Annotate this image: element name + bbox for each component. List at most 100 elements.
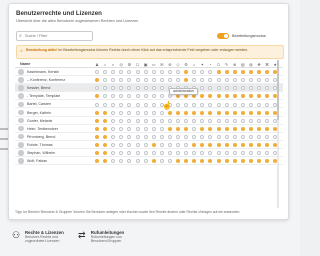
permission-toggle[interactable] bbox=[167, 94, 172, 99]
permission-toggle[interactable] bbox=[257, 159, 261, 164]
permission-toggle[interactable] bbox=[151, 159, 156, 164]
permission-toggle[interactable] bbox=[159, 134, 164, 139]
table-row[interactable]: Gunter, Melanie bbox=[15, 117, 283, 125]
permission-toggle[interactable] bbox=[192, 94, 197, 99]
permission-toggle[interactable] bbox=[240, 151, 245, 156]
permission-toggle[interactable] bbox=[265, 94, 270, 99]
permission-toggle[interactable] bbox=[103, 151, 108, 156]
permission-toggle[interactable] bbox=[111, 151, 116, 156]
permission-toggle[interactable] bbox=[103, 70, 108, 75]
permission-toggle[interactable] bbox=[184, 70, 189, 75]
permission-toggle[interactable] bbox=[151, 70, 156, 75]
permission-toggle[interactable] bbox=[200, 70, 205, 75]
permission-toggle[interactable] bbox=[167, 151, 172, 156]
permission-toggle[interactable] bbox=[176, 134, 180, 139]
table-row[interactable]: Helm, Testbenutzer bbox=[15, 125, 283, 133]
permission-toggle[interactable] bbox=[208, 78, 213, 83]
permission-toggle[interactable] bbox=[127, 86, 132, 91]
permission-toggle[interactable] bbox=[192, 151, 197, 156]
permission-toggle[interactable] bbox=[167, 70, 172, 75]
permission-toggle[interactable] bbox=[257, 102, 261, 107]
permission-toggle[interactable] bbox=[176, 110, 180, 115]
permission-toggle[interactable] bbox=[248, 94, 253, 99]
permission-toggle[interactable] bbox=[151, 78, 156, 83]
permission-toggle[interactable] bbox=[95, 110, 99, 115]
permission-toggle[interactable] bbox=[200, 159, 205, 164]
permission-toggle[interactable] bbox=[265, 159, 270, 164]
permission-toggle[interactable] bbox=[151, 118, 156, 123]
permission-toggle[interactable] bbox=[127, 78, 132, 83]
permission-toggle[interactable] bbox=[248, 70, 253, 75]
permission-toggle[interactable] bbox=[95, 134, 99, 139]
table-row[interactable]: Kastelmann, Kerstin bbox=[15, 68, 283, 77]
permission-toggle[interactable] bbox=[240, 118, 245, 123]
permission-toggle[interactable] bbox=[184, 126, 189, 131]
permission-toggle[interactable] bbox=[200, 102, 205, 107]
permission-toggle[interactable] bbox=[135, 86, 140, 91]
permission-toggle[interactable] bbox=[176, 118, 180, 123]
permission-toggle[interactable] bbox=[208, 159, 213, 164]
permission-toggle[interactable] bbox=[208, 118, 213, 123]
permission-toggle[interactable] bbox=[167, 118, 172, 123]
permission-toggle[interactable] bbox=[208, 151, 213, 156]
grid-scrollbar[interactable] bbox=[277, 60, 279, 208]
permission-toggle[interactable] bbox=[265, 118, 270, 123]
permission-toggle[interactable] bbox=[127, 134, 132, 139]
permission-toggle[interactable] bbox=[184, 151, 189, 156]
edit-mode-toggle-wrap[interactable]: Bearbeitungsmodus bbox=[217, 33, 266, 39]
permission-toggle[interactable] bbox=[257, 110, 261, 115]
edit-mode-toggle[interactable] bbox=[217, 33, 229, 39]
permission-toggle[interactable] bbox=[176, 151, 180, 156]
permission-toggle[interactable] bbox=[224, 143, 229, 148]
permission-toggle[interactable] bbox=[224, 134, 229, 139]
permission-toggle[interactable] bbox=[257, 151, 261, 156]
permission-toggle[interactable] bbox=[111, 78, 116, 83]
permission-toggle[interactable] bbox=[103, 126, 108, 131]
search-box[interactable]: ⌕ bbox=[16, 31, 93, 41]
permission-toggle[interactable] bbox=[159, 143, 164, 148]
permission-toggle[interactable] bbox=[232, 126, 237, 131]
permission-toggle[interactable] bbox=[151, 94, 156, 99]
permission-toggle[interactable] bbox=[135, 110, 140, 115]
permission-toggle[interactable] bbox=[184, 159, 189, 164]
permission-toggle[interactable] bbox=[103, 159, 108, 164]
permission-toggle[interactable] bbox=[224, 159, 229, 164]
permission-toggle[interactable] bbox=[127, 151, 132, 156]
permission-toggle[interactable] bbox=[240, 78, 245, 83]
permission-toggle[interactable] bbox=[192, 159, 197, 164]
permission-toggle[interactable] bbox=[135, 134, 140, 139]
permission-toggle[interactable] bbox=[143, 126, 148, 131]
permission-toggle[interactable] bbox=[135, 151, 140, 156]
permission-toggle[interactable] bbox=[143, 86, 148, 91]
permission-toggle[interactable] bbox=[184, 143, 189, 148]
permission-toggle[interactable] bbox=[257, 143, 261, 148]
permission-toggle[interactable] bbox=[151, 110, 156, 115]
permission-toggle[interactable] bbox=[159, 159, 164, 164]
permission-toggle[interactable] bbox=[111, 143, 116, 148]
permission-toggle[interactable] bbox=[232, 70, 237, 75]
permission-toggle[interactable] bbox=[111, 126, 116, 131]
permission-toggle[interactable] bbox=[119, 134, 124, 139]
permission-toggle[interactable] bbox=[184, 78, 189, 83]
permission-toggle[interactable] bbox=[119, 102, 124, 107]
permission-toggle[interactable] bbox=[208, 134, 213, 139]
permission-toggle[interactable] bbox=[95, 102, 99, 107]
permission-toggle[interactable] bbox=[240, 143, 245, 148]
permission-toggle[interactable] bbox=[119, 110, 124, 115]
permission-toggle[interactable] bbox=[151, 151, 156, 156]
permission-toggle[interactable] bbox=[95, 86, 99, 91]
permission-toggle[interactable] bbox=[159, 86, 164, 91]
permission-toggle[interactable] bbox=[159, 118, 164, 123]
permission-toggle[interactable] bbox=[208, 102, 213, 107]
permission-toggle[interactable] bbox=[248, 118, 253, 123]
permission-toggle[interactable] bbox=[192, 110, 197, 115]
scrollbar-thumb[interactable] bbox=[277, 60, 279, 120]
permission-toggle[interactable] bbox=[151, 143, 156, 148]
permission-toggle[interactable] bbox=[240, 102, 245, 107]
permission-toggle[interactable] bbox=[103, 118, 108, 123]
permission-toggle[interactable] bbox=[224, 94, 229, 99]
permission-toggle[interactable] bbox=[216, 143, 221, 148]
permission-toggle[interactable] bbox=[224, 110, 229, 115]
permission-toggle[interactable] bbox=[176, 126, 180, 131]
permission-toggle[interactable] bbox=[232, 102, 237, 107]
